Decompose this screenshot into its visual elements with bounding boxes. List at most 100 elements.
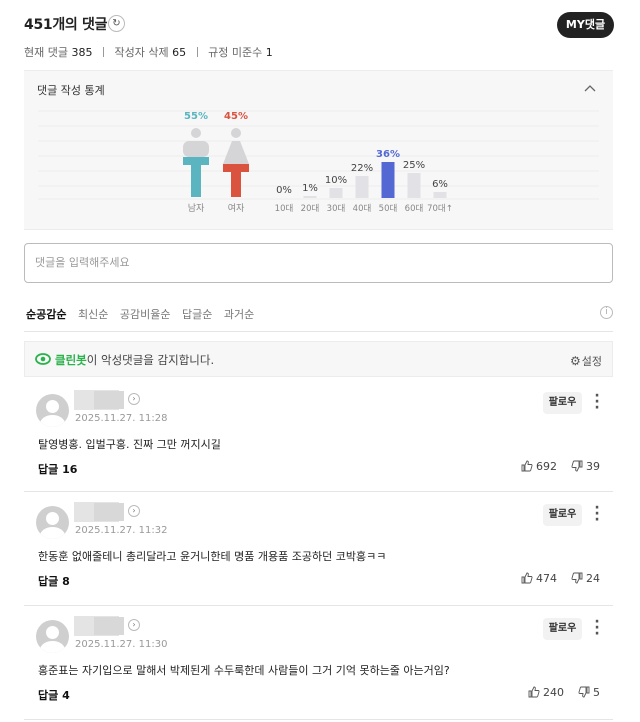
dislike-count: 5 [593,686,600,699]
age-axis-label: 50대 [379,204,398,214]
deleted-count-value: 65 [172,46,187,59]
reply-button[interactable]: 답글 4 [38,687,70,703]
my-comments-button[interactable]: MY댓글 [557,12,614,38]
reply-button[interactable]: 답글 8 [38,573,70,589]
comment-count-title: 451개의 댓글 [24,17,108,33]
thumbs-down-icon[interactable] [571,460,583,472]
reply-button[interactable]: 답글 16 [38,461,77,477]
settings-label: 설정 [581,355,602,368]
comment-text: 탈영병홍. 입벌구홍. 진짜 그만 꺼지시길 [38,438,221,451]
tab-sort-oldest[interactable]: 과거순 [224,308,254,321]
age-axis-label: 70대↑ [427,204,453,214]
gender-bar [223,164,249,172]
cleanbot-settings-button[interactable]: ⚙설정 [570,353,602,369]
reaction-bar: 692 39 [521,460,600,473]
thumbs-up-icon[interactable] [521,460,533,472]
like-count: 474 [536,572,557,585]
cleanbot-message: 클린봇이 악성댓글을 감지합니다. [55,352,214,368]
age-axis-label: 20대 [301,204,320,214]
tab-sort-ratio[interactable]: 공감비율순 [120,308,171,321]
divider [196,47,198,57]
tab-sort-newest[interactable]: 최신순 [78,308,108,321]
avatar[interactable] [36,620,69,653]
gender-axis-label: 남자 [188,203,205,214]
age-axis-label: 40대 [353,204,372,214]
more-options-icon[interactable]: · · · [594,501,600,527]
info-icon[interactable]: i [600,306,613,319]
more-options-icon[interactable]: · · · [594,389,600,415]
age-percent-label: 10% [325,175,347,186]
comment-item: › 2025.11.27. 11:32 팔로우 · · · 한동훈 없애줄테니 총리… [24,492,613,606]
age-bar [355,176,369,198]
age-axis-label: 60대 [405,204,424,214]
comment-text: 한동훈 없애줄테니 총리달라고 윤거니한테 명품 개용품 조공하던 코박홍ㅋㅋ [38,550,387,563]
cleanbot-eye-icon [35,353,51,365]
chevron-up-icon[interactable] [583,81,597,95]
thumbs-down-icon[interactable] [571,572,583,584]
like-count: 240 [543,686,564,699]
gear-icon: ⚙ [569,354,581,368]
comment-text: 홍준표는 자기입으로 말해서 박제된게 수두룩한데 사람들이 그거 기억 못하는… [38,664,450,677]
dislike-count: 39 [586,460,600,473]
nickname-blurred [94,391,124,409]
reaction-bar: 240 5 [528,686,600,699]
chevron-right-icon[interactable]: › [128,505,140,517]
avatar[interactable] [36,506,69,539]
gender-bar [191,165,201,197]
age-axis-label: 30대 [327,204,346,214]
comment-input[interactable]: 댓글을 입력해주세요 [24,243,613,283]
current-count-value: 385 [71,46,93,59]
age-percent-label: 22% [351,163,373,174]
follow-button[interactable]: 팔로우 [543,392,582,414]
thumbs-up-icon[interactable] [528,686,540,698]
comment-item: › 2025.11.27. 11:30 팔로우 · · · 홍준표는 자기입으로 말… [24,606,613,720]
comment-date: 2025.11.27. 11:30 [75,639,168,650]
person-head-icon [191,128,201,138]
nickname-blurred [94,503,124,521]
age-axis-label: 10대 [275,204,294,214]
more-options-icon[interactable]: · · · [594,615,600,641]
comments-header: 451개의 댓글 ↻ MY댓글 [24,12,614,38]
refresh-icon[interactable]: ↻ [108,15,125,32]
follow-button[interactable]: 팔로우 [543,504,582,526]
current-count-label: 현재 댓글 [24,46,68,59]
gender-bar [231,172,241,197]
tab-sort-likes[interactable]: 순공감순 [26,308,66,321]
avatar[interactable] [36,394,69,427]
person-head-icon [231,128,241,138]
gender-bar [183,157,209,165]
deleted-count-label: 작성자 삭제 [114,46,169,59]
person-body-icon [183,141,209,157]
age-bar [381,162,395,198]
gender-percent-label: 55% [184,111,208,122]
age-percent-label: 6% [432,179,448,190]
chevron-right-icon[interactable]: › [128,393,140,405]
age-bar [407,173,421,198]
comment-item: › 2025.11.27. 11:28 팔로우 · · · 탈영병홍. 입벌구홍. … [24,380,613,492]
thumbs-up-icon[interactable] [521,572,533,584]
chevron-right-icon[interactable]: › [128,619,140,631]
comment-counts: 현재 댓글 385 작성자 삭제 65 규정 미준수 1 [24,44,273,60]
sort-tabs: 순공감순 최신순 공감비율순 답글순 과거순 [26,306,262,322]
dislike-count: 24 [586,572,600,585]
comment-date: 2025.11.27. 11:32 [75,525,168,536]
cleanbot-banner: 클린봇이 악성댓글을 감지합니다. ⚙설정 [24,341,613,377]
age-bar [303,196,317,198]
age-percent-label: 25% [403,160,425,171]
violation-count-value: 1 [265,46,273,59]
person-body-icon [223,141,249,164]
age-bar [433,192,447,198]
violation-count-label: 규정 미준수 [208,46,263,59]
age-percent-label: 0% [276,185,292,196]
age-percent-label: 36% [376,149,400,160]
cleanbot-text: 이 악성댓글을 감지합니다. [86,353,215,367]
comment-date: 2025.11.27. 11:28 [75,413,168,424]
stats-title: 댓글 작성 통계 [37,84,105,97]
reaction-bar: 474 24 [521,572,600,585]
age-bar [329,188,343,198]
tab-sort-replies[interactable]: 답글순 [182,308,212,321]
thumbs-down-icon[interactable] [578,686,590,698]
follow-button[interactable]: 팔로우 [543,618,582,640]
cleanbot-name[interactable]: 클린봇 [55,353,87,367]
stats-chart: 55% 남자 45% 여자 0% 10대 1% 20대 10% 30대 22% 40대 36% 50대 25… [38,110,599,214]
